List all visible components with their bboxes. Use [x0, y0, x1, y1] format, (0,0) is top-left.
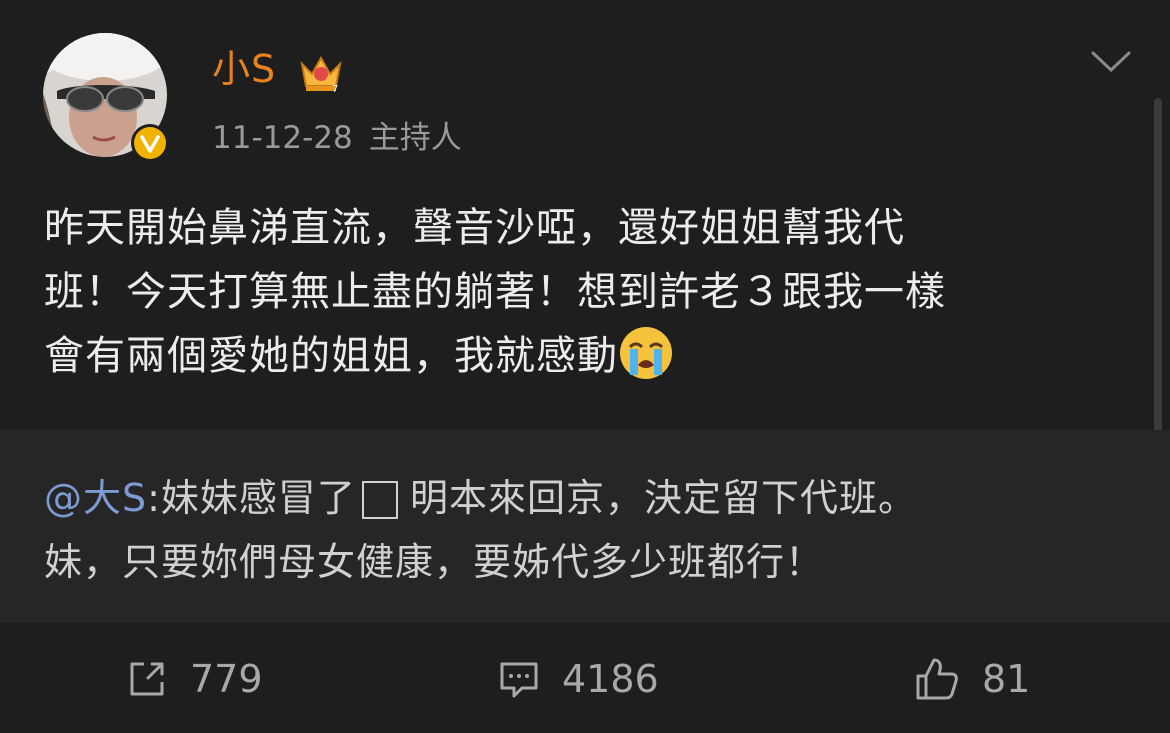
repost-count: 779: [190, 657, 263, 701]
action-bar: 779 4186 81: [0, 623, 1170, 733]
chevron-down-icon[interactable]: [1090, 48, 1132, 76]
post-text-line: 昨天開始鼻涕直流，聲音沙啞，還好姐姐幫我代: [44, 205, 905, 251]
user-role: 主持人: [368, 120, 462, 156]
svg-text:7: 7: [332, 84, 338, 94]
post-meta: 11-12-28 主持人: [212, 116, 462, 160]
repost-button[interactable]: 779: [126, 651, 263, 707]
post-text-segment: 會有兩個愛她的姐姐，我就感動: [44, 333, 618, 379]
missing-glyph-icon: [361, 481, 398, 519]
mention-link[interactable]: @大S: [44, 476, 147, 520]
comment-button[interactable]: 4186: [498, 651, 659, 707]
crying-face-icon: [620, 327, 672, 379]
share-icon: [130, 662, 164, 696]
comment-count: 4186: [562, 657, 659, 701]
comment-icon: [500, 662, 538, 698]
post-text-line: 會有兩個愛她的姐姐，我就感動: [44, 324, 1134, 388]
repost-text-segment: 明本來回京，決定留下代班。: [409, 476, 917, 520]
like-button[interactable]: 81: [914, 651, 1030, 707]
post-text-line: 班！今天打算無止盡的躺著！想到許老３跟我一樣: [44, 269, 946, 315]
crown-icon[interactable]: 7: [298, 52, 344, 94]
post-text: 昨天開始鼻涕直流，聲音沙啞，還好姐姐幫我代 班！今天打算無止盡的躺著！想到許老３…: [44, 196, 1134, 388]
username[interactable]: 小S: [212, 44, 276, 94]
repost-text-segment: :妹妹感冒了: [147, 476, 356, 520]
like-count: 81: [982, 657, 1031, 701]
post-date: 11-12-28: [212, 120, 353, 156]
like-icon: [916, 658, 958, 700]
weibo-post: 小S 7 11-12-28 主持人 昨天開始鼻涕直流，聲音沙啞，還好姐姐幫我代 班…: [0, 0, 1170, 733]
repost-line: @大S:妹妹感冒了 明本來回京，決定留下代班。: [44, 466, 1134, 530]
repost-box[interactable]: @大S:妹妹感冒了 明本來回京，決定留下代班。 妹，只要妳們母女健康，要姊代多少班…: [0, 430, 1170, 623]
repost-text: @大S:妹妹感冒了 明本來回京，決定留下代班。 妹，只要妳們母女健康，要姊代多少班…: [44, 466, 1134, 594]
verified-icon: [131, 124, 169, 162]
repost-line: 妹，只要妳們母女健康，要姊代多少班都行！: [44, 540, 825, 584]
